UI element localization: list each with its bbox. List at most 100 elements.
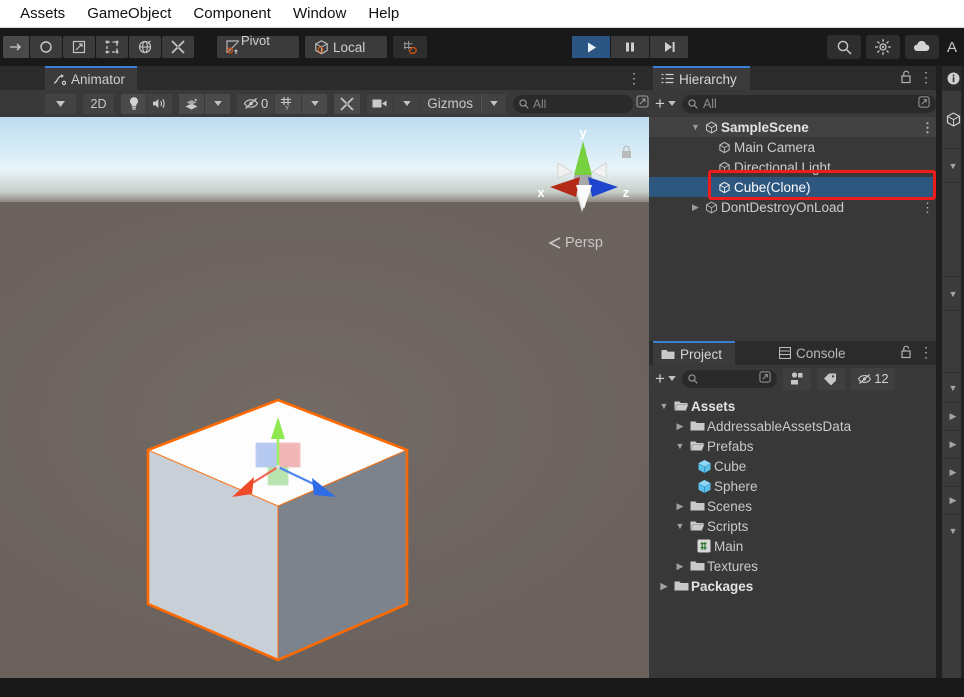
project-lock-icon[interactable] (900, 345, 912, 364)
scene-search-input[interactable]: All (513, 94, 633, 113)
scene-visibility-button[interactable]: 0 (237, 93, 276, 114)
project-add-button[interactable]: + (655, 369, 676, 389)
hierarchy-add-button[interactable]: + (655, 94, 676, 114)
hand-tool-button[interactable] (3, 36, 29, 58)
pivot-mode-button[interactable]: Pivot (217, 33, 299, 58)
draw-mode-dropdown[interactable] (45, 93, 77, 114)
gizmos-dropdown[interactable] (481, 93, 507, 114)
rotate-tool-button[interactable] (30, 36, 62, 58)
expand-triangle-icon[interactable]: ▶ (673, 421, 687, 432)
menu-item-edit[interactable]: t (0, 2, 9, 25)
grid-snap-button[interactable] (393, 36, 427, 58)
transform-tool-button[interactable] (129, 36, 161, 58)
project-tab-label: Project (680, 346, 723, 362)
hierarchy-row-dontdestroyonload[interactable]: ▶ DontDestroyOnLoad ⋮ (649, 197, 942, 217)
expand-triangle-icon[interactable]: ▼ (673, 441, 687, 451)
scene-fx-dropdown[interactable] (205, 93, 231, 114)
pause-button[interactable] (611, 36, 649, 58)
hierarchy-lock-icon[interactable] (900, 70, 912, 89)
scene-grid-dropdown[interactable] (302, 93, 329, 114)
project-filter-label-button[interactable] (816, 367, 845, 390)
menu-item-gameobject[interactable]: GameObject (76, 2, 182, 25)
hierarchy-tree[interactable]: ▼ SampleScene ⋮ Main Camera Directional … (649, 117, 942, 341)
scene-camera-dropdown[interactable] (394, 93, 421, 114)
project-row-packages[interactable]: ▶ Packages (649, 576, 942, 596)
project-filter-type-button[interactable] (782, 367, 811, 390)
move-gizmo[interactable] (232, 417, 412, 597)
lighting-button[interactable] (866, 35, 900, 59)
rect-tool-button[interactable] (96, 36, 128, 58)
project-search-input[interactable] (681, 369, 777, 388)
hierarchy-row-menu-icon[interactable]: ⋮ (921, 200, 934, 215)
hierarchy-search-expand-icon[interactable] (918, 96, 930, 111)
project-row-prefabs[interactable]: ▼ Prefabs (649, 436, 942, 456)
menu-item-help[interactable]: Help (357, 2, 410, 25)
label-tag-icon (824, 373, 837, 385)
menu-item-assets[interactable]: Assets (9, 2, 76, 25)
expand-triangle-icon[interactable]: ▼ (689, 122, 702, 132)
hierarchy-search-input[interactable]: All (681, 94, 936, 113)
hierarchy-row-main-camera[interactable]: Main Camera (649, 137, 942, 157)
scene-search-placeholder: All (533, 96, 547, 111)
gizmos-button[interactable]: Gizmos (420, 93, 481, 114)
scale-tool-button[interactable] (63, 36, 95, 58)
menu-item-component[interactable]: Component (182, 2, 282, 25)
scene-orientation-gizmo[interactable]: y x z (528, 125, 638, 235)
bulb-icon (129, 97, 138, 110)
account-button[interactable]: A (944, 39, 960, 56)
project-menu-icon[interactable]: ⋮ (919, 344, 933, 361)
hierarchy-row-menu-icon[interactable]: ⋮ (921, 120, 934, 135)
project-row-label: Cube (714, 458, 747, 474)
expand-triangle-icon[interactable]: ▶ (673, 501, 687, 512)
scene-search-expand-icon[interactable] (636, 94, 649, 113)
folder-icon (687, 420, 707, 432)
cloud-button[interactable] (905, 35, 939, 59)
project-search-expand-icon[interactable] (759, 371, 771, 386)
scene-camera-button[interactable] (367, 93, 395, 114)
expand-triangle-icon[interactable]: ▼ (657, 401, 671, 411)
scene-grid-button[interactable]: Y (275, 93, 303, 114)
project-tree[interactable]: ▼ Assets ▶ AddressableAssetsData ▼ Prefa… (649, 392, 942, 678)
project-row-cube[interactable]: Cube (649, 456, 942, 476)
expand-triangle-icon[interactable]: ▶ (657, 581, 671, 592)
scene-tools-button[interactable] (334, 93, 362, 114)
cube-outline-icon (715, 141, 734, 154)
toggle-2d-button[interactable]: 2D (83, 93, 115, 114)
expand-triangle-icon[interactable]: ▶ (689, 202, 702, 213)
scene-viewport[interactable]: y x z Persp (0, 117, 649, 678)
menu-item-window[interactable]: Window (282, 2, 357, 25)
projection-mode-label[interactable]: Persp (548, 235, 603, 251)
project-row-main[interactable]: Main (649, 536, 942, 556)
grid-snap-icon (403, 40, 417, 54)
handle-rotation-button[interactable]: Local (305, 36, 387, 58)
expand-triangle-icon[interactable]: ▶ (673, 561, 687, 572)
scene-tab-menu-icon[interactable]: ⋮ (627, 70, 641, 86)
expand-triangle-icon[interactable]: ▼ (673, 521, 687, 531)
project-row-addressableassetsdata[interactable]: ▶ AddressableAssetsData (649, 416, 942, 436)
scene-fx-button[interactable] (179, 93, 205, 114)
hierarchy-row-cube-clone[interactable]: Cube(Clone) (649, 177, 942, 197)
tab-animator[interactable]: Animator (45, 66, 138, 90)
scene-lighting-button[interactable] (121, 93, 147, 114)
project-add-label: + (655, 368, 665, 388)
tab-console[interactable]: Console (771, 341, 856, 365)
project-hidden-count-button[interactable]: 12 (850, 367, 895, 390)
tab-hierarchy[interactable]: Hierarchy (653, 66, 750, 90)
hierarchy-menu-icon[interactable]: ⋮ (919, 69, 933, 86)
project-row-textures[interactable]: ▶ Textures (649, 556, 942, 576)
hierarchy-panel: Hierarchy ⋮ + All ▼ SampleScene ⋮ Main C… (649, 66, 942, 341)
hierarchy-row-directional-light[interactable]: Directional Light (649, 157, 942, 177)
tab-project[interactable]: Project (653, 341, 736, 365)
scene-audio-button[interactable] (147, 93, 173, 114)
project-row-scripts[interactable]: ▼ Scripts (649, 516, 942, 536)
project-row-scenes[interactable]: ▶ Scenes (649, 496, 942, 516)
project-row-assets[interactable]: ▼ Assets (649, 396, 942, 416)
project-row-sphere[interactable]: Sphere (649, 476, 942, 496)
hierarchy-row-samplescene[interactable]: ▼ SampleScene ⋮ (649, 117, 942, 137)
search-button[interactable] (827, 35, 861, 59)
folder-open-icon (687, 440, 707, 452)
hierarchy-row-label: Cube(Clone) (734, 179, 811, 195)
custom-editor-tool-button[interactable] (162, 36, 194, 58)
play-button[interactable] (572, 36, 610, 58)
step-button[interactable] (650, 36, 688, 58)
